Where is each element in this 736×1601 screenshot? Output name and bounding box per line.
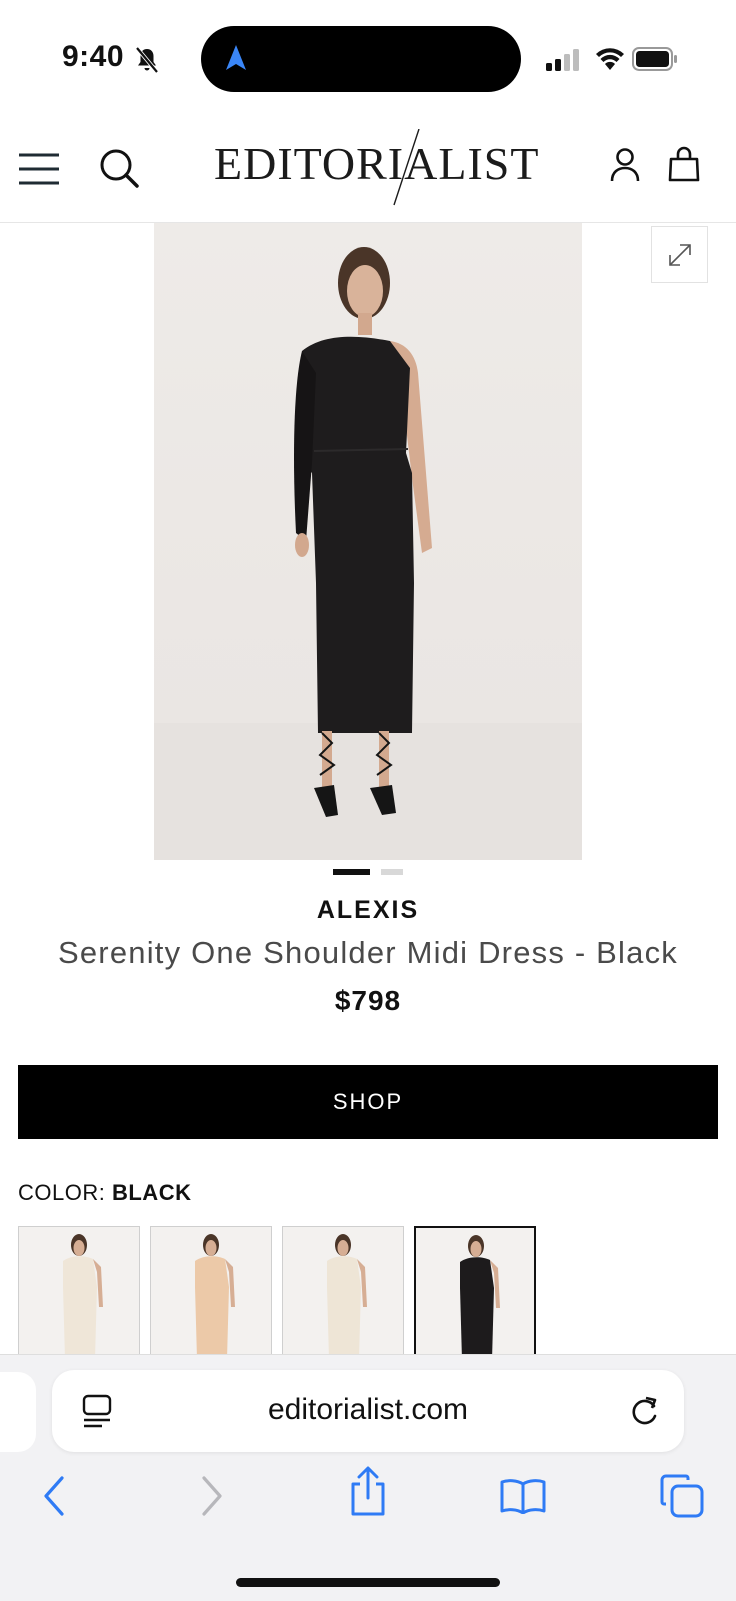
silent-bell-icon bbox=[135, 46, 159, 74]
gallery-dot[interactable] bbox=[381, 869, 403, 875]
site-logo[interactable]: EDITORIALIST bbox=[214, 129, 538, 206]
color-swatch-cream[interactable] bbox=[282, 1226, 404, 1358]
wifi-icon bbox=[596, 48, 624, 70]
share-icon[interactable] bbox=[348, 1466, 388, 1518]
bookmarks-icon[interactable] bbox=[500, 1478, 546, 1514]
dynamic-island bbox=[201, 26, 521, 92]
account-icon[interactable] bbox=[610, 148, 640, 182]
color-swatch-black[interactable] bbox=[414, 1226, 536, 1358]
color-value: BLACK bbox=[111, 1180, 192, 1205]
back-icon[interactable] bbox=[40, 1474, 68, 1518]
previous-tab-preview[interactable] bbox=[0, 1372, 36, 1452]
home-indicator bbox=[236, 1578, 500, 1587]
tabs-icon[interactable] bbox=[660, 1474, 704, 1518]
product-title: Serenity One Shoulder Midi Dress - Black bbox=[57, 935, 678, 970]
swatch-ivory-image bbox=[63, 1234, 103, 1357]
color-swatch-tan[interactable] bbox=[150, 1226, 272, 1358]
battery-icon bbox=[632, 47, 677, 71]
color-label: COLOR: BLACK bbox=[18, 1180, 191, 1206]
shop-button[interactable]: SHOP bbox=[18, 1065, 718, 1139]
product-image[interactable] bbox=[154, 223, 582, 860]
reload-icon[interactable] bbox=[628, 1394, 660, 1428]
product-brand[interactable]: ALEXIS bbox=[0, 896, 736, 925]
swatch-tan-image bbox=[195, 1234, 235, 1357]
swatch-black-image bbox=[460, 1235, 500, 1356]
status-time: 9:40 bbox=[62, 40, 125, 73]
expand-icon bbox=[668, 243, 691, 266]
cellular-signal-icon bbox=[546, 49, 579, 71]
logo-slash-icon bbox=[393, 129, 420, 206]
product-price: $798 bbox=[334, 985, 402, 1016]
gallery-dot-active[interactable] bbox=[333, 869, 370, 875]
swatch-cream-image bbox=[327, 1234, 367, 1357]
menu-icon[interactable] bbox=[18, 153, 60, 185]
navigation-arrow-icon bbox=[226, 45, 246, 70]
shopping-bag-icon[interactable] bbox=[668, 146, 700, 182]
model-photo bbox=[154, 247, 582, 860]
url-text[interactable]: editorialist.com bbox=[52, 1393, 684, 1427]
color-swatch-ivory[interactable] bbox=[18, 1226, 140, 1358]
expand-image-button[interactable] bbox=[651, 226, 708, 283]
search-icon[interactable] bbox=[98, 147, 140, 189]
color-label-prefix: COLOR: bbox=[18, 1180, 106, 1205]
forward-icon[interactable] bbox=[198, 1474, 226, 1518]
